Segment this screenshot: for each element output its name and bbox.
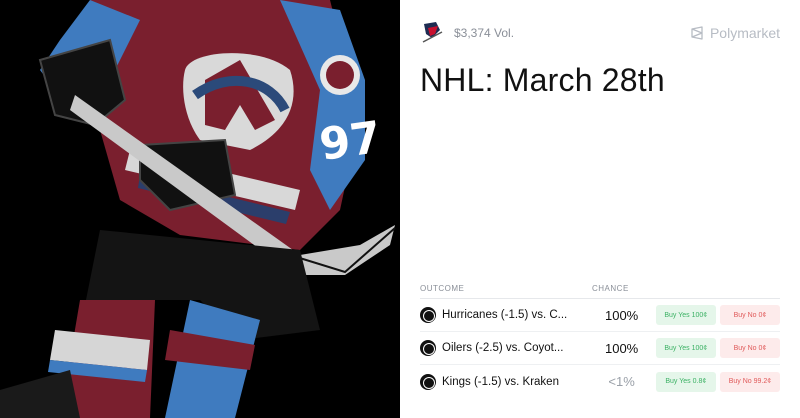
market-header: $3,374 Vol. Polymarket (420, 18, 780, 48)
outcome-chance: 100% (604, 340, 639, 356)
polymarket-brand[interactable]: Polymarket (690, 25, 780, 41)
outcome-name: Kings (-1.5) vs. Kraken (442, 375, 559, 388)
hockey-player-illustration: 97 (0, 0, 400, 418)
table-header: OUTCOME CHANCE (420, 283, 780, 299)
nhl-team-logo-icon (420, 307, 436, 323)
table-row[interactable]: Hurricanes (-1.5) vs. C... 100% Buy Yes … (420, 299, 780, 332)
table-row[interactable]: Oilers (-2.5) vs. Coyot... 100% Buy Yes … (420, 332, 780, 365)
svg-text:97: 97 (316, 112, 384, 171)
outcome-name: Hurricanes (-1.5) vs. C... (442, 309, 568, 321)
nhl-team-logo-icon (420, 373, 436, 390)
volume-label: $3,374 Vol. (454, 26, 515, 40)
outcomes-table: OUTCOME CHANCE Hurricanes (-1.5) vs. C..… (420, 283, 780, 398)
buy-no-button[interactable]: Buy No 0¢ (719, 305, 780, 325)
table-row[interactable]: Kings (-1.5) vs. Kraken <1% Buy Yes 0.8¢… (420, 365, 780, 398)
market-thumbnail[interactable] (420, 20, 444, 46)
outcome-chance: <1% (608, 374, 635, 389)
buy-yes-button[interactable]: Buy Yes 100¢ (655, 338, 716, 358)
outcome-name: Oilers (-2.5) vs. Coyot... (442, 342, 564, 354)
brand-name: Polymarket (709, 25, 780, 41)
buy-no-button[interactable]: Buy No 0¢ (719, 338, 780, 358)
column-outcome: OUTCOME (420, 284, 465, 293)
buy-yes-button[interactable]: Buy Yes 0.8¢ (655, 371, 716, 392)
buy-yes-button[interactable]: Buy Yes 100¢ (655, 305, 716, 325)
market-panel: $3,374 Vol. Polymarket NHL: March 28th O… (400, 0, 800, 418)
outcome-chance: 100% (604, 307, 639, 323)
hero-image: 97 (0, 0, 400, 418)
buy-no-button[interactable]: Buy No 99.2¢ (719, 371, 780, 392)
nhl-team-logo-icon (420, 340, 436, 356)
column-chance: CHANCE (592, 284, 629, 293)
polymarket-logo-icon (690, 26, 704, 40)
market-title: NHL: March 28th (420, 62, 665, 98)
